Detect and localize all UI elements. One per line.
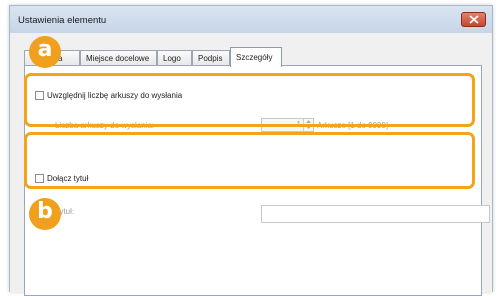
tab-details[interactable]: Szczegóły <box>230 47 282 67</box>
tab-signature[interactable]: Podpis <box>192 50 230 66</box>
window-title: Ustawienia elementu <box>18 15 107 26</box>
close-button[interactable] <box>461 12 486 27</box>
tab-logo[interactable]: Logo <box>157 50 192 66</box>
title-bar[interactable]: Ustawienia elementu <box>10 6 492 33</box>
title-input[interactable] <box>261 205 490 223</box>
tab-strip: ca Miejsce docelowe Logo Podpis Szczegół… <box>10 47 492 67</box>
callout-highlight-a <box>24 73 475 127</box>
callout-badge-a: a <box>29 36 61 68</box>
tab-destination[interactable]: Miejsce docelowe <box>80 50 157 66</box>
callout-highlight-b <box>24 132 475 189</box>
callout-badge-b: b <box>29 198 61 230</box>
close-icon <box>469 15 479 24</box>
